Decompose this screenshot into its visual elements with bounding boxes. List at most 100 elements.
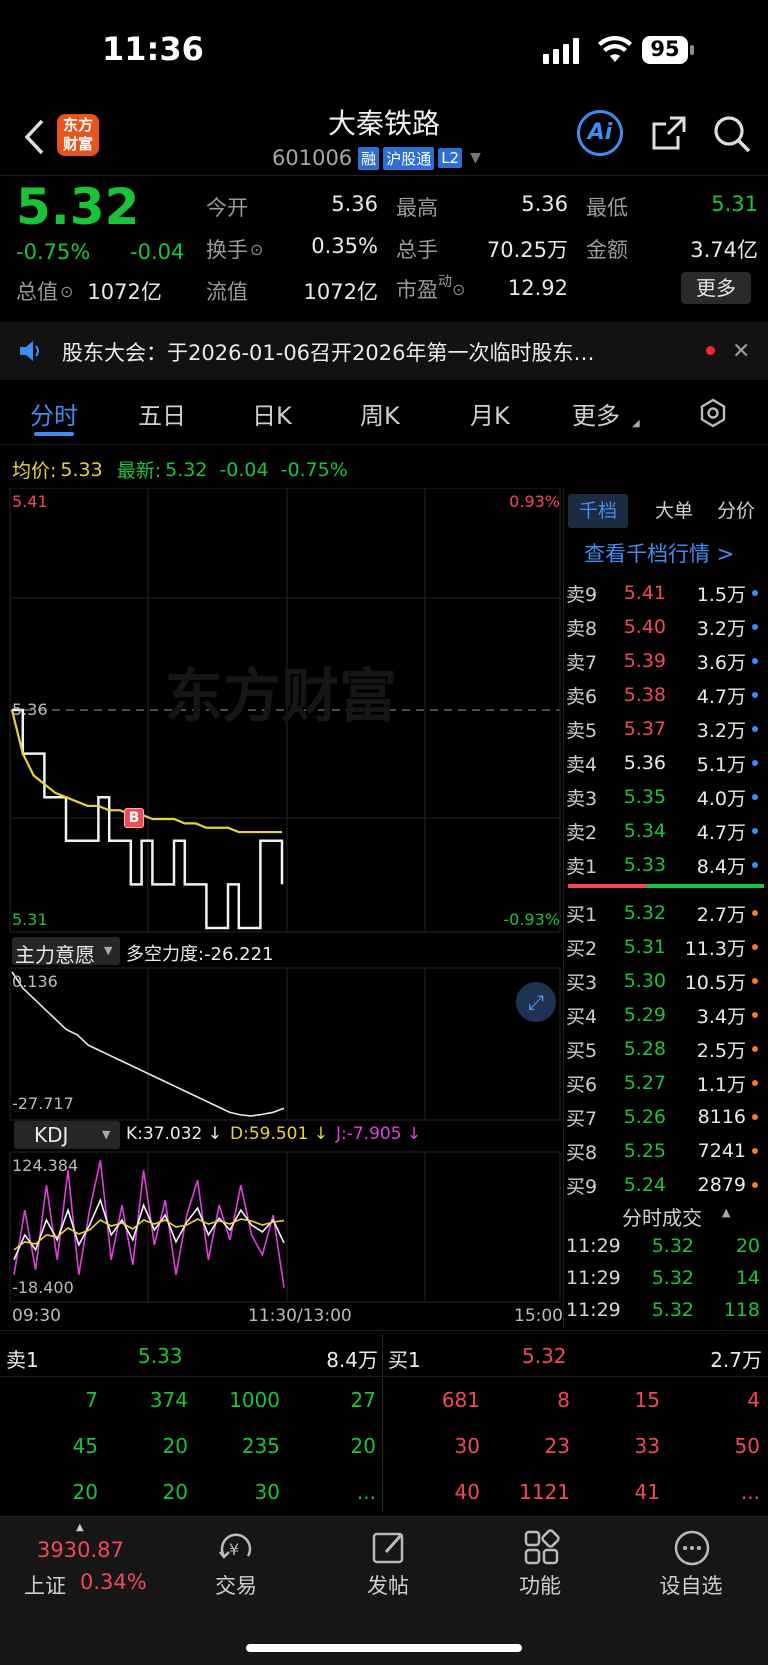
side-tab-price-dist[interactable]: 分价 xyxy=(706,494,766,528)
index-pct[interactable]: 0.34% xyxy=(80,1570,147,1594)
bid-level: 买4 xyxy=(566,1005,598,1028)
ask-dot xyxy=(752,624,758,630)
ask-volume: 8.4万 xyxy=(696,855,746,878)
total-value-label: 总值 xyxy=(16,280,58,304)
badge-l2: L2 xyxy=(438,148,463,168)
latest-value: 5.32 xyxy=(165,458,208,481)
tab-more[interactable]: 更多 xyxy=(572,396,620,431)
info-icon[interactable]: ⊙ xyxy=(452,280,465,299)
bid-dot xyxy=(752,1046,758,1052)
tab-daily-k[interactable]: 日K xyxy=(252,396,292,431)
home-indicator[interactable] xyxy=(246,1644,522,1652)
info-icon[interactable]: ⊙ xyxy=(250,240,263,259)
battery-level: 95 xyxy=(650,37,680,61)
indicator1-top: 0.136 xyxy=(12,972,58,991)
time-axis-end: 15:00 xyxy=(514,1306,563,1326)
ai-label: Ai xyxy=(587,120,613,145)
ask-price: 5.40 xyxy=(623,616,666,638)
bid-volume: 11.3万 xyxy=(684,937,746,960)
queue-sell-cell: 27 xyxy=(350,1388,376,1412)
chevron-down-icon[interactable]: ▼ xyxy=(470,150,481,166)
side-tab-depth[interactable]: 千档 xyxy=(568,494,628,528)
back-icon[interactable] xyxy=(22,118,46,160)
tab-active-indicator xyxy=(34,432,74,436)
kdj-j: J:-7.905 ↓ xyxy=(335,1124,422,1144)
trades-title[interactable]: 分时成交 xyxy=(622,1202,702,1231)
close-icon[interactable]: ✕ xyxy=(732,339,750,364)
ask-dot xyxy=(752,692,758,698)
function-icon[interactable] xyxy=(522,1528,562,1572)
ask-price: 5.35 xyxy=(623,786,666,808)
tab-monthly-k[interactable]: 月K xyxy=(470,396,510,431)
index-value[interactable]: 3930.87 xyxy=(37,1538,124,1562)
info-icon[interactable]: ⊙ xyxy=(60,282,73,301)
more-caret-icon: ◢ xyxy=(632,418,640,429)
stock-code-row: 601006 融 沪股通 L2 ▼ xyxy=(272,144,481,172)
price-axis-bottom: 5.31 xyxy=(12,910,48,929)
queue-sell-cell: 235 xyxy=(241,1434,280,1458)
more-button[interactable]: 更多 xyxy=(681,272,751,304)
trade-time: 11:29 xyxy=(566,1235,621,1257)
low-value: 5.31 xyxy=(711,192,758,216)
open-label: 今开 xyxy=(206,196,248,220)
ask-row: 卖5 5.37 3.2万 xyxy=(566,712,766,746)
bottom-tab-add-watchlist[interactable]: 设自选 xyxy=(641,1570,741,1600)
ask-row: 卖6 5.38 4.7万 xyxy=(566,678,766,712)
price-line xyxy=(12,708,284,930)
queue-buy-cell: ... xyxy=(740,1480,760,1504)
ask-dot xyxy=(752,590,758,596)
depth-link[interactable]: 查看千档行情 > xyxy=(584,538,734,568)
queue-sell-cell: 20 xyxy=(350,1434,376,1458)
bottom-tab-function[interactable]: 功能 xyxy=(490,1570,590,1600)
bid-price: 5.27 xyxy=(623,1072,666,1094)
share-icon[interactable] xyxy=(650,114,688,156)
settings-gear-icon[interactable] xyxy=(698,398,728,432)
price-axis-mid: 5.36 xyxy=(12,700,48,719)
bid-price: 5.28 xyxy=(623,1038,666,1060)
volume-label: 总手 xyxy=(396,238,438,262)
ask-volume: 4.7万 xyxy=(696,685,746,708)
trade-price: 5.32 xyxy=(651,1267,694,1289)
wifi-icon xyxy=(598,35,632,68)
notice-text[interactable]: 股东大会：于2026-01-06召开2026年第一次临时股东… xyxy=(62,337,682,367)
ai-button[interactable]: Ai xyxy=(577,110,623,156)
logo-text: 东方财富 xyxy=(62,116,93,153)
trade-volume: 14 xyxy=(735,1267,760,1289)
low-label: 最低 xyxy=(586,196,628,220)
bottom-tab-post[interactable]: 发帖 xyxy=(338,1570,438,1600)
bottom-tab-trade[interactable]: 交易 xyxy=(186,1570,286,1600)
kdj-bottom: -18.400 xyxy=(12,1278,74,1297)
bid-row: 买9 5.24 2879 xyxy=(566,1168,766,1202)
ask-volume: 3.6万 xyxy=(696,651,746,674)
bid-row: 买1 5.32 2.7万 xyxy=(566,896,766,930)
ask-volume: 3.2万 xyxy=(696,719,746,742)
ask-volume: 1.5万 xyxy=(696,583,746,606)
tab-weekly-k[interactable]: 周K xyxy=(360,396,400,431)
queue-sell-cell: 30 xyxy=(254,1480,280,1504)
index-name[interactable]: 上证 xyxy=(24,1570,66,1600)
trade-time: 11:29 xyxy=(566,1299,621,1321)
bid-row: 买5 5.28 2.5万 xyxy=(566,1032,766,1066)
side-tab-large-orders[interactable]: 大单 xyxy=(644,494,704,528)
queue-buy-cell: 4 xyxy=(747,1388,760,1412)
ask-level: 卖7 xyxy=(566,651,598,674)
intraday-chart[interactable]: 东方财富 xyxy=(0,488,562,1338)
tab-five-day[interactable]: 五日 xyxy=(138,396,186,431)
trade-icon[interactable]: ¥ xyxy=(216,1528,256,1572)
pe-value: 12.92 xyxy=(507,276,568,300)
tab-intraday[interactable]: 分时 xyxy=(30,396,78,431)
ask-price: 5.37 xyxy=(623,718,666,740)
search-icon[interactable] xyxy=(712,114,752,158)
queue-buy-cell: 1121 xyxy=(519,1480,570,1504)
ask-volume: 4.7万 xyxy=(696,821,746,844)
post-icon[interactable] xyxy=(370,1528,410,1572)
add-watchlist-icon[interactable] xyxy=(672,1528,712,1572)
ask-level: 卖4 xyxy=(566,753,598,776)
kdj-k: K:37.032 ↓ xyxy=(126,1124,223,1144)
ask-price: 5.36 xyxy=(623,752,666,774)
collapse-caret-icon[interactable]: ▲ xyxy=(722,1206,730,1219)
expand-icon[interactable]: ⤢ xyxy=(516,982,556,1022)
ask-level: 卖8 xyxy=(566,617,598,640)
turnover-value: 0.35% xyxy=(311,234,378,258)
bid-row: 买2 5.31 11.3万 xyxy=(566,930,766,964)
